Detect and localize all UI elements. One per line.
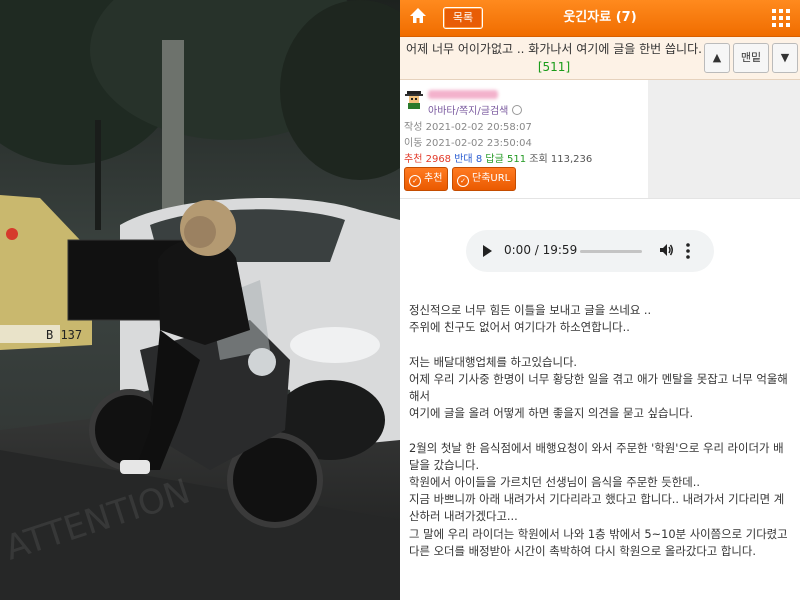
post-line: 주위에 친구도 없어서 여기다가 하소연합니다..: [409, 320, 630, 335]
post-line: 2월의 첫날 한 음식점에서 배행요청이 와서 주문한 '학원'으로 우리 라이…: [409, 440, 784, 472]
post-line: 여기에 글을 올려 어떻게 하면 좋을지 의견을 묻고 싶습니다.: [409, 406, 694, 421]
modified-row: 이동 2021-02-02 23:50:04: [404, 138, 532, 149]
comment-count[interactable]: [511]: [538, 60, 570, 74]
post-title: 어제 너무 어이가없고 .. 화가나서 여기에 글을 한번 씁니다.: [406, 42, 702, 56]
scroll-up-button[interactable]: ▲: [704, 43, 730, 73]
post-subject-bar: 어제 너무 어이가없고 .. 화가나서 여기에 글을 한번 씁니다. [511]…: [400, 37, 800, 80]
scroll-down-button[interactable]: ▼: [772, 43, 798, 73]
play-icon[interactable]: [483, 245, 492, 257]
stats-row: 추천 2968 반대 8 답글 511 조회 113,236: [404, 154, 593, 165]
badge-icon: [511, 105, 522, 115]
author-links[interactable]: 아바타/쪽지/글검색: [428, 102, 522, 117]
post-title-wrap: 어제 너무 어이가없고 .. 화가나서 여기에 글을 한번 씁니다. [511]: [406, 40, 702, 76]
license-plate: B 137: [46, 328, 82, 342]
audio-time: 0:00 / 19:59: [504, 243, 578, 257]
photo-illustration: B 137 ATTENTION: [0, 0, 400, 600]
post-line: 저는 배달대행업체를 하고있습니다.: [409, 354, 578, 369]
post-line: 지금 바쁘니까 아래 내려가서 기다리라고 했다고 합니다.. 내려가서 기다리…: [409, 492, 785, 524]
delivery-rider-photo: B 137 ATTENTION: [0, 0, 400, 600]
list-button[interactable]: 목록: [443, 7, 483, 29]
avatar[interactable]: [404, 89, 424, 109]
go-bottom-button[interactable]: 맨밑: [733, 43, 769, 73]
ad-placeholder: [648, 80, 800, 198]
volume-icon[interactable]: [658, 242, 674, 258]
home-icon[interactable]: [406, 6, 430, 30]
post-line: 그 말에 우리 라이더는 학원에서 나와 1층 밖에서 5~10분 사이쯤으로 …: [409, 526, 788, 541]
post-line: 정신적으로 너무 힘든 이틀을 보내고 글을 쓰네요 ..: [409, 303, 652, 317]
grid-menu-icon[interactable]: [772, 9, 790, 27]
post-line: 다른 오더를 배정받아 시간이 촉박하여 다시 학원으로 올라갔다고 합니다.: [409, 543, 756, 558]
post-body: 정신적으로 너무 힘든 이틀을 보내고 글을 쓰네요 .. 주위에 친구도 없어…: [409, 302, 794, 560]
audio-player[interactable]: 0:00 / 19:59: [466, 230, 714, 272]
short-url-button[interactable]: ✓ 단축URL: [452, 167, 517, 191]
author-nickname-blurred: [428, 90, 498, 99]
top-bar: 웃긴자료 (7) 목록: [400, 0, 800, 37]
thumb-icon: ✓: [409, 175, 421, 187]
more-options-icon[interactable]: [686, 242, 690, 260]
board-post-view: 웃긴자료 (7) 목록 어제 너무 어이가없고 .. 화가나서 여기에 글을 한…: [400, 0, 800, 600]
recommend-button[interactable]: ✓ 추천: [404, 167, 449, 191]
link-icon: ✓: [457, 175, 469, 187]
post-line: 어제 우리 기사중 한명이 너무 황당한 일을 겪고 애가 멘탈을 못잡고 너무…: [409, 371, 788, 403]
written-row: 작성 2021-02-02 20:58:07: [404, 122, 532, 133]
post-line: 학원에서 아이들을 가르치던 선생님이 음식을 주문한 듯한데..: [409, 475, 700, 489]
audio-seek-bar[interactable]: [580, 250, 642, 253]
